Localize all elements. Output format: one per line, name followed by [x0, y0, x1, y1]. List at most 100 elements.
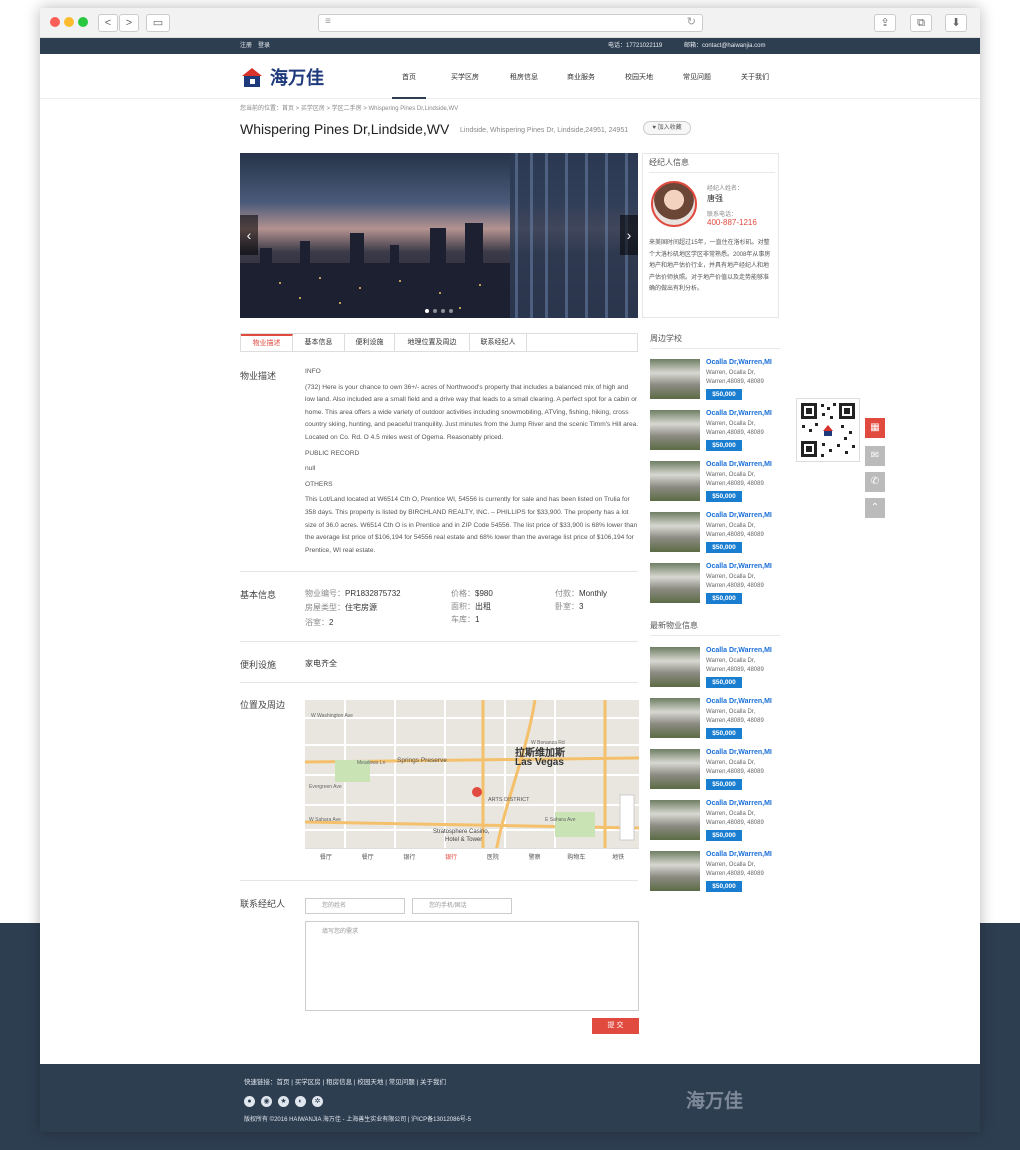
breadcrumb[interactable]: 您当前的位置：首页 > 买学区房 > 学区二手房 > Whispering Pi… [240, 103, 458, 112]
footer-links[interactable]: 快速链接：首页 | 买学区房 | 租房信息 | 校园天地 | 常见问题 | 关于… [244, 1076, 446, 1086]
reload-icon[interactable]: ↻ [687, 15, 696, 28]
photo-next-arrow[interactable]: › [620, 215, 638, 255]
qr-float-button[interactable]: ▦ [865, 418, 885, 438]
nav-about[interactable]: 关于我们 [730, 54, 780, 99]
poi-restaurant[interactable]: 餐厅 [305, 849, 347, 866]
contact-label: 联系经纪人 [240, 899, 286, 909]
sidebar-icon[interactable]: ▭ [146, 14, 170, 32]
description-label: 物业描述 [240, 371, 277, 381]
phone-field[interactable]: 您的手机/固话 [412, 898, 512, 914]
location-label: 位置及周边 [240, 700, 286, 710]
school-card[interactable]: Ocalla Dr,Warren,MI Warren, Ocalla Dr, Wa… [650, 563, 780, 608]
nav-rent[interactable]: 租房信息 [499, 54, 549, 99]
divider [650, 635, 780, 636]
poi-bank[interactable]: 银行 [389, 849, 431, 866]
tab-contact[interactable]: 联系经纪人 [470, 334, 527, 351]
latest-card[interactable]: Ocalla Dr,Warren,MI Warren, Ocalla Dr, Wa… [650, 698, 780, 743]
minimize-dot[interactable] [64, 17, 74, 27]
poi-subway[interactable]: 地铁 [597, 849, 639, 866]
poi-hospital[interactable]: 医院 [472, 849, 514, 866]
map-label: W Sahara Ave [309, 817, 341, 823]
detail-tabs: 物业描述 基本信息 便利设施 地理位置及周边 联系经纪人 [240, 333, 638, 352]
info-item: 浴室：2 [305, 618, 334, 627]
map-label: ARTS DISTRICT [488, 797, 530, 803]
poi-restaurant[interactable]: 餐厅 [347, 849, 389, 866]
latest-card[interactable]: Ocalla Dr,Warren,MI Warren, Ocalla Dr, Wa… [650, 647, 780, 692]
submit-button[interactable]: 提 交 [592, 1018, 639, 1034]
tab-description[interactable]: 物业描述 [241, 334, 293, 351]
latest-card[interactable]: Ocalla Dr,Warren,MI Warren, Ocalla Dr, Wa… [650, 749, 780, 794]
qr-pattern [801, 403, 855, 457]
poi-shopping[interactable]: 购物车 [556, 849, 598, 866]
agent-name: 唐强 [707, 194, 723, 203]
basic-label: 基本信息 [240, 590, 277, 600]
house-thumbnail [650, 698, 700, 738]
tab-basic[interactable]: 基本信息 [293, 334, 345, 351]
amenities-value: 家电齐全 [305, 659, 337, 668]
tabs-icon[interactable]: ⧉ [910, 14, 932, 32]
schools-heading: 周边学校 [650, 334, 682, 343]
nav-business[interactable]: 商业服务 [556, 54, 606, 99]
nav-home[interactable]: 首页 [392, 54, 426, 99]
school-card[interactable]: Ocalla Dr,Warren,MI Warren, Ocalla Dr, Wa… [650, 512, 780, 557]
school-card[interactable]: Ocalla Dr,Warren,MI Warren, Ocalla Dr, Wa… [650, 461, 780, 506]
browser-chrome: < > ▭ ≡ ↻ ⇪ ⧉ ⬇ [40, 8, 980, 38]
poi-bank-active[interactable]: 银行 [430, 849, 472, 866]
settings-icon[interactable]: ✲ [312, 1096, 323, 1107]
latest-card[interactable]: Ocalla Dr,Warren,MI Warren, Ocalla Dr, Wa… [650, 851, 780, 896]
divider [649, 172, 775, 173]
copyright: 版权所有 ©2016 HAIWANJIA 海万佳 - 上海善生实业有限公司 | … [244, 1117, 472, 1123]
agent-phone[interactable]: 400-887-1216 [707, 218, 757, 227]
agent-heading: 经纪人信息 [649, 158, 689, 167]
tab-amenities[interactable]: 便利设施 [345, 334, 395, 351]
back-to-top-button[interactable]: ⌃ [865, 498, 885, 518]
location-map[interactable]: W Washington Ave W Bonanza Rd Springs Pr… [305, 700, 639, 857]
forward-button[interactable]: > [119, 14, 139, 32]
phone-float-button[interactable]: ✆ [865, 472, 885, 492]
site-logo[interactable]: 海万佳 [240, 64, 324, 90]
back-button[interactable]: < [98, 14, 118, 32]
reader-icon[interactable]: ≡ [325, 16, 331, 27]
house-thumbnail [650, 749, 700, 789]
qq-icon[interactable]: ● [244, 1096, 255, 1107]
desc-paragraph: null [305, 465, 316, 473]
mail-float-button[interactable]: ✉ [865, 446, 885, 466]
download-icon[interactable]: ⬇ [945, 14, 967, 32]
message-field[interactable]: 填写您的需求 [305, 921, 639, 1011]
tab-location[interactable]: 地理位置及周边 [395, 334, 470, 351]
name-field[interactable]: 您的姓名 [305, 898, 405, 914]
map-label: Hotel & Tower [445, 837, 483, 843]
photo-prev-arrow[interactable]: ‹ [240, 215, 258, 255]
map-label: Meadows Ln [357, 760, 386, 766]
address-bar[interactable]: ≡ ↻ [318, 14, 703, 32]
nav-campus[interactable]: 校园天地 [614, 54, 664, 99]
school-card[interactable]: Ocalla Dr,Warren,MI Warren, Ocalla Dr, Wa… [650, 359, 780, 404]
house-logo-icon [242, 68, 262, 87]
weibo-icon[interactable]: ◉ [261, 1096, 272, 1107]
avatar [651, 181, 697, 227]
school-card[interactable]: Ocalla Dr,Warren,MI Warren, Ocalla Dr, Wa… [650, 410, 780, 455]
property-address: Lindside, Whispering Pines Dr, Lindside,… [460, 127, 629, 134]
share-icon[interactable]: ⇪ [874, 14, 896, 32]
register-link[interactable]: 注册 [240, 38, 252, 54]
desc-heading: INFO [305, 368, 321, 375]
wechat-icon[interactable]: ◐ [295, 1096, 306, 1107]
star-icon[interactable]: ★ [278, 1096, 289, 1107]
poi-police[interactable]: 警察 [514, 849, 556, 866]
info-item: 面积：出租 [451, 602, 491, 611]
login-link[interactable]: 登录 [258, 38, 270, 54]
agent-phone-label: 联系电话： [707, 212, 738, 218]
nav-faq[interactable]: 常见问题 [672, 54, 722, 99]
email-text: 邮箱：contact@haiwanjia.com [684, 43, 766, 49]
divider [240, 880, 638, 881]
latest-card[interactable]: Ocalla Dr,Warren,MI Warren, Ocalla Dr, Wa… [650, 800, 780, 845]
favorite-button[interactable]: ♥ 加入收藏 [643, 121, 691, 135]
nav-buy[interactable]: 买学区房 [434, 54, 496, 99]
divider [650, 348, 780, 349]
favorite-label: 加入收藏 [657, 125, 682, 131]
maximize-dot[interactable] [78, 17, 88, 27]
info-item: 车库：1 [451, 615, 480, 624]
agent-bio: 来美国时间超过15年，一直住在洛杉矶。对整个大洛杉矶地区学区非常熟悉。2008年… [649, 240, 771, 292]
close-dot[interactable] [50, 17, 60, 27]
divider [240, 571, 638, 572]
